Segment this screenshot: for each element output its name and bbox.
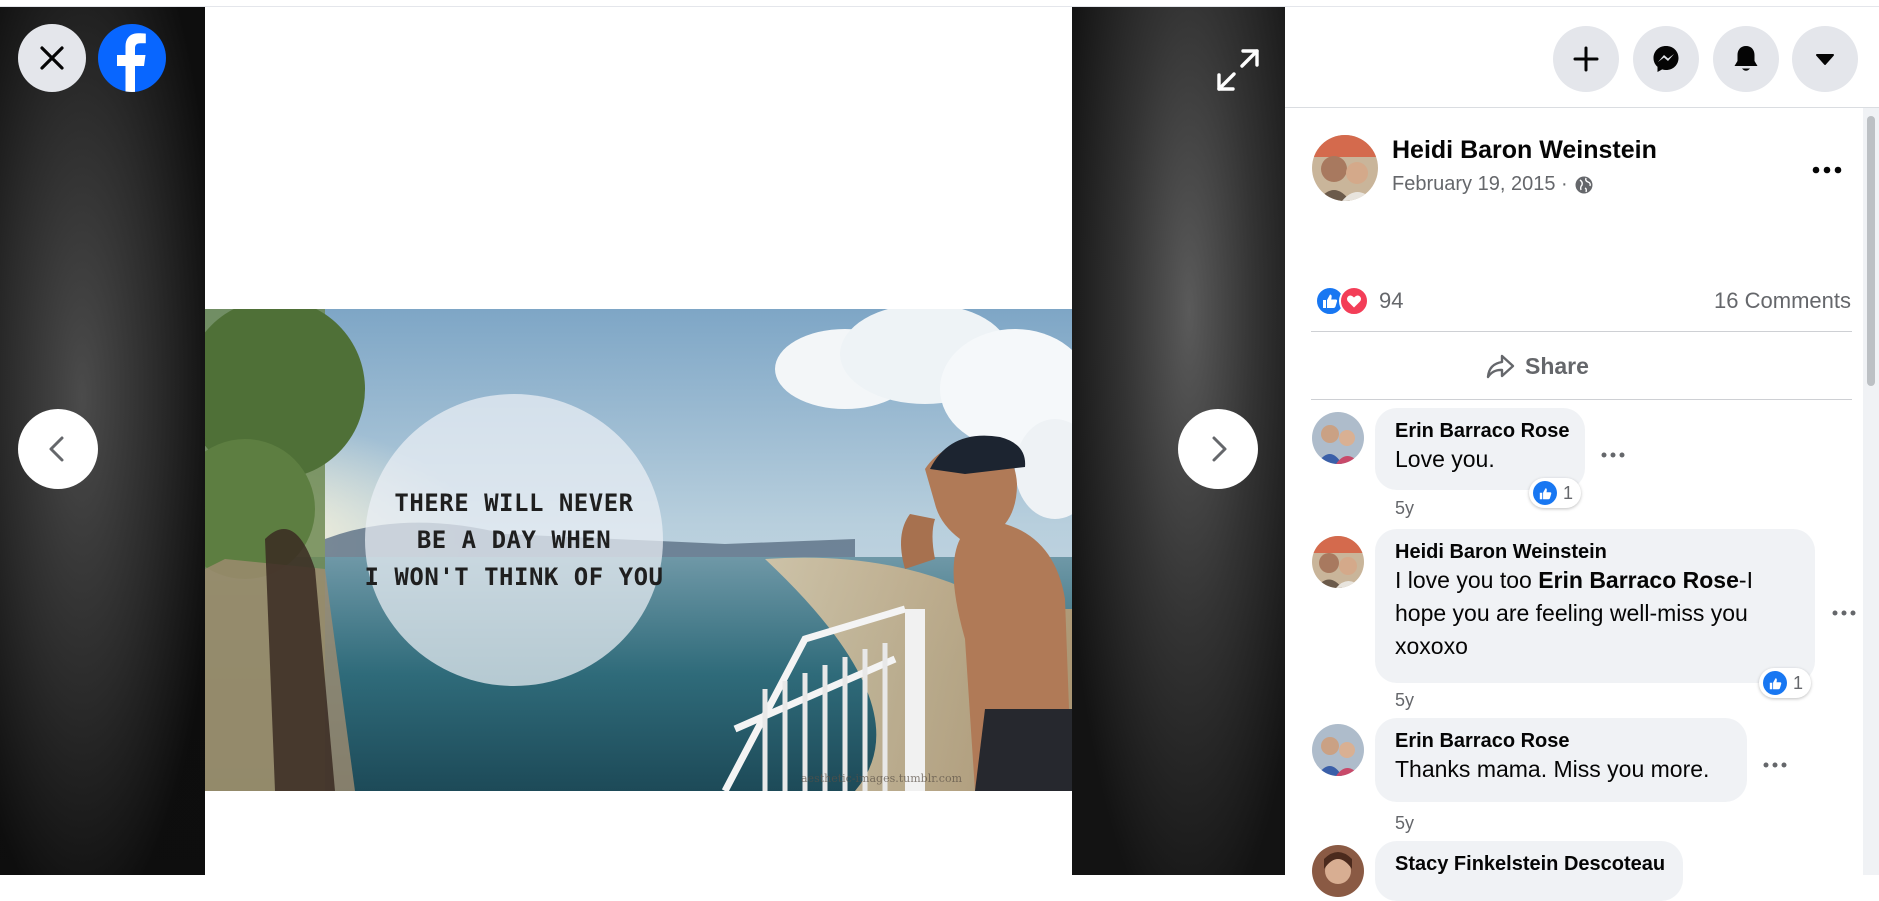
more-horizontal-icon <box>1832 610 1856 616</box>
commenter-name[interactable]: Stacy Finkelstein Descoteau <box>1395 852 1665 876</box>
comment-text: Love you. <box>1395 446 1495 472</box>
facebook-f-icon <box>117 33 146 92</box>
quote-overlay: THERE WILL NEVER BE A DAY WHEN I WON'T T… <box>365 394 663 686</box>
share-button[interactable]: Share <box>1485 353 1589 380</box>
more-horizontal-icon <box>1763 762 1787 768</box>
comment-reaction-count[interactable]: 1 <box>1759 668 1812 698</box>
like-count: 1 <box>1793 672 1804 693</box>
avatar-image <box>1312 412 1364 464</box>
caret-down-icon <box>1816 54 1834 65</box>
commenter-name[interactable]: Heidi Baron Weinstein <box>1395 540 1795 564</box>
photo-watermark: aesthetic-images.tumblr.com <box>801 772 962 785</box>
top-border <box>0 0 1879 7</box>
previous-photo-button[interactable] <box>18 409 98 489</box>
post-options-button[interactable] <box>1807 155 1847 185</box>
post-photo: THERE WILL NEVER BE A DAY WHEN I WON'T T… <box>205 309 1072 791</box>
reactions-summary[interactable]: 94 <box>1315 285 1403 317</box>
commenter-avatar[interactable] <box>1312 412 1364 464</box>
messenger-icon <box>1653 46 1679 72</box>
bell-icon <box>1734 46 1758 71</box>
comment-text: I love you too Erin Barraco Rose-I hope … <box>1395 567 1753 659</box>
scrollbar[interactable] <box>1863 108 1879 875</box>
comment-bubble: Erin Barraco Rose Thanks mama. Miss you … <box>1375 718 1747 802</box>
love-reaction-icon <box>1339 286 1369 316</box>
avatar-image <box>1312 724 1364 776</box>
comment-timestamp[interactable]: 5y <box>1395 813 1414 834</box>
comment-reaction-count[interactable]: 1 <box>1529 478 1582 508</box>
share-label: Share <box>1525 353 1589 379</box>
avatar-image <box>1312 135 1378 201</box>
divider <box>1311 331 1852 332</box>
close-button[interactable] <box>18 24 86 92</box>
photo-viewer: THERE WILL NEVER BE A DAY WHEN I WON'T T… <box>0 7 1285 875</box>
commenter-avatar[interactable] <box>1312 536 1364 588</box>
comment-bubble: Stacy Finkelstein Descoteau <box>1375 841 1683 901</box>
commenter-name[interactable]: Erin Barraco Rose <box>1395 419 1570 443</box>
messenger-button[interactable] <box>1633 26 1699 92</box>
create-button[interactable] <box>1553 26 1619 92</box>
expand-icon <box>1217 49 1259 91</box>
top-bar <box>1285 7 1879 108</box>
author-avatar[interactable] <box>1312 135 1378 201</box>
reaction-count: 94 <box>1379 288 1404 313</box>
post-meta: February 19, 2015 · <box>1392 173 1594 196</box>
like-reaction-icon <box>1763 671 1787 695</box>
photo-panel: THERE WILL NEVER BE A DAY WHEN I WON'T T… <box>205 7 1072 875</box>
like-reaction-icon <box>1533 481 1557 505</box>
mention-link[interactable]: Erin Barraco Rose <box>1538 567 1739 593</box>
share-icon <box>1486 354 1515 378</box>
globe-icon <box>1575 176 1593 193</box>
account-menu-button[interactable] <box>1792 26 1858 92</box>
comment-options-button[interactable] <box>1595 443 1631 467</box>
avatar-image <box>1312 845 1364 897</box>
comment-bubble: Heidi Baron Weinstein I love you too Eri… <box>1375 529 1815 683</box>
comment-options-button[interactable] <box>1757 753 1793 777</box>
facebook-logo[interactable] <box>98 24 166 92</box>
quote-line: I WON'T THINK OF YOU <box>364 562 664 591</box>
divider <box>1311 399 1852 400</box>
chevron-right-icon <box>1212 436 1227 462</box>
comment-text: Thanks mama. Miss you more. <box>1395 756 1710 782</box>
close-icon <box>40 46 64 70</box>
quote-line: THERE WILL NEVER <box>394 488 634 517</box>
comment-timestamp[interactable]: 5y <box>1395 498 1414 519</box>
commenter-avatar[interactable] <box>1312 845 1364 897</box>
comments-count-link[interactable]: 16 Comments <box>1714 288 1851 314</box>
fullscreen-button[interactable] <box>1210 42 1266 98</box>
avatar-image <box>1312 536 1364 588</box>
comment-options-button[interactable] <box>1826 601 1862 625</box>
commenter-avatar[interactable] <box>1312 724 1364 776</box>
post-author-name[interactable]: Heidi Baron Weinstein <box>1392 136 1657 165</box>
quote-line: BE A DAY WHEN <box>416 525 612 554</box>
plus-icon <box>1573 46 1599 72</box>
scrollbar-thumb[interactable] <box>1867 116 1875 386</box>
chevron-left-icon <box>49 436 64 462</box>
post-side-panel: Heidi Baron Weinstein February 19, 2015 … <box>1285 7 1879 901</box>
post-date[interactable]: February 19, 2015 · <box>1392 173 1568 196</box>
next-photo-button[interactable] <box>1178 409 1258 489</box>
commenter-name[interactable]: Erin Barraco Rose <box>1395 729 1727 753</box>
more-horizontal-icon <box>1812 166 1842 174</box>
more-horizontal-icon <box>1601 452 1625 458</box>
notifications-button[interactable] <box>1713 26 1779 92</box>
like-count: 1 <box>1563 482 1574 503</box>
comment-timestamp[interactable]: 5y <box>1395 690 1414 711</box>
